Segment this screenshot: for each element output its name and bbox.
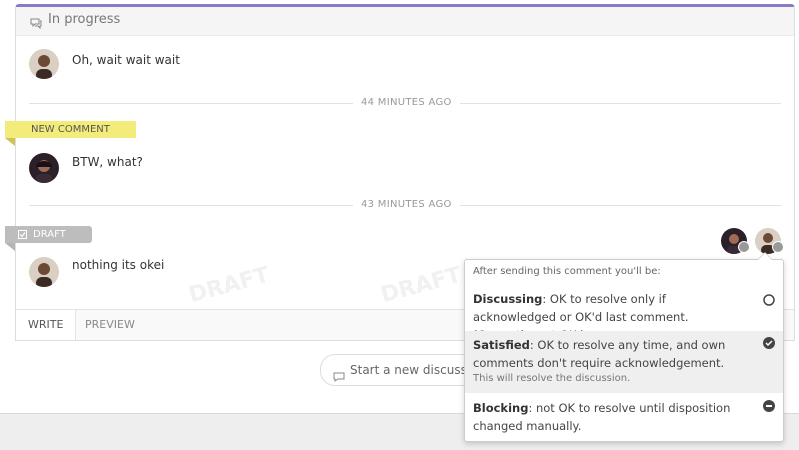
- tab-preview[interactable]: PREVIEW: [73, 310, 147, 340]
- ribbon-fold: [5, 138, 15, 146]
- option-title: Satisfied: [473, 338, 530, 352]
- tab-write[interactable]: WRITE: [16, 310, 77, 340]
- check-badge-icon: [738, 241, 750, 253]
- new-comment-ribbon: NEW COMMENT: [5, 121, 136, 138]
- new-comment-label: NEW COMMENT: [31, 124, 110, 135]
- option-discussing[interactable]: Discussing: OK to resolve only if acknow…: [465, 284, 783, 342]
- discussion-header[interactable]: In progress: [16, 7, 794, 36]
- avatar[interactable]: [29, 257, 59, 287]
- popover-header: After sending this comment you'll be:: [473, 266, 661, 277]
- option-note: This will resolve the discussion.: [473, 373, 631, 384]
- draft-watermark: DRAFT: [186, 262, 273, 309]
- comment-text: nothing its okei: [72, 258, 165, 272]
- avatar[interactable]: [29, 49, 59, 79]
- discussion-status: In progress: [48, 12, 121, 27]
- disposition-popover: After sending this comment you'll be: Di…: [464, 252, 784, 442]
- ribbon-fold: [5, 243, 15, 251]
- check-badge-icon: [772, 241, 784, 253]
- check-circle-icon: [763, 337, 775, 349]
- draft-ribbon: DRAFT: [5, 226, 92, 243]
- checkbox-icon: [18, 230, 27, 239]
- draft-label: DRAFT: [33, 229, 66, 240]
- option-title: Discussing: [473, 292, 543, 306]
- comment-icon: [333, 364, 345, 382]
- comment-text: BTW, what?: [72, 155, 143, 169]
- avatar[interactable]: [29, 153, 59, 183]
- comment-text: Oh, wait wait wait: [72, 53, 180, 67]
- option-satisfied[interactable]: Satisfied: OK to resolve any time, and o…: [465, 331, 783, 393]
- radio-unchecked-icon: [763, 294, 775, 306]
- option-title: Blocking: [473, 401, 529, 415]
- time-separator-label: 43 MINUTES AGO: [353, 199, 460, 210]
- draft-watermark: DRAFT: [378, 262, 465, 309]
- minus-circle-icon: [763, 400, 775, 412]
- time-separator-label: 44 MINUTES AGO: [353, 97, 460, 108]
- option-blocking[interactable]: Blocking: not OK to resolve until dispos…: [465, 394, 783, 440]
- comments-icon: [30, 14, 42, 30]
